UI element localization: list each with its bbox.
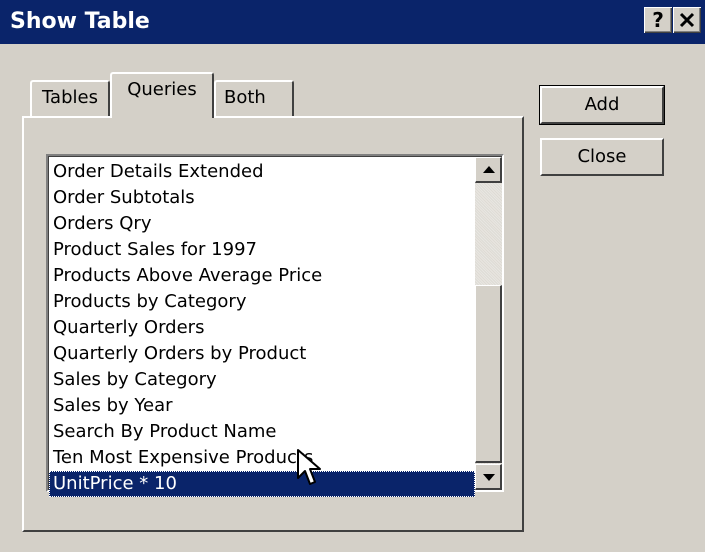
list-item[interactable]: Order Details Extended	[49, 159, 475, 185]
list-item[interactable]: Quarterly Orders	[49, 315, 475, 341]
help-button[interactable]: ?	[644, 7, 672, 33]
tab-both[interactable]: Both	[214, 80, 294, 116]
arrow-up-icon	[483, 166, 495, 173]
tab-tables[interactable]: Tables	[30, 80, 110, 116]
show-table-dialog: Show Table ? Tables Queries Both Order D…	[0, 0, 705, 552]
list-item[interactable]: Order Subtotals	[49, 185, 475, 211]
scroll-up-button[interactable]	[475, 157, 502, 183]
arrow-down-icon	[483, 474, 495, 481]
list-item-selected[interactable]: UnitPrice * 10	[49, 471, 475, 497]
list-item[interactable]: Product Sales for 1997	[49, 237, 475, 263]
vertical-scrollbar[interactable]	[475, 157, 502, 490]
list-item[interactable]: Search By Product Name	[49, 419, 475, 445]
scroll-down-button[interactable]	[475, 464, 502, 490]
add-button[interactable]: Add	[539, 85, 665, 125]
scroll-thumb[interactable]	[475, 285, 502, 463]
window-title: Show Table	[10, 9, 150, 34]
list-item[interactable]: Quarterly Orders by Product	[49, 341, 475, 367]
list-item[interactable]: Products Above Average Price	[49, 263, 475, 289]
close-window-button[interactable]	[673, 7, 701, 33]
list-item[interactable]: Ten Most Expensive Products	[49, 445, 475, 471]
tab-queries[interactable]: Queries	[110, 72, 214, 118]
title-bar[interactable]: Show Table ?	[0, 0, 705, 44]
list-item[interactable]: Orders Qry	[49, 211, 475, 237]
list-item[interactable]: Sales by Category	[49, 367, 475, 393]
list-item[interactable]: Sales by Year	[49, 393, 475, 419]
mouse-pointer-icon	[297, 449, 321, 485]
list-item[interactable]: Products by Category	[49, 289, 475, 315]
close-icon	[679, 12, 695, 28]
query-list: Order Details Extended Order Subtotals O…	[49, 159, 475, 497]
queries-listbox[interactable]: Order Details Extended Order Subtotals O…	[46, 154, 504, 497]
close-button[interactable]: Close	[540, 138, 664, 176]
